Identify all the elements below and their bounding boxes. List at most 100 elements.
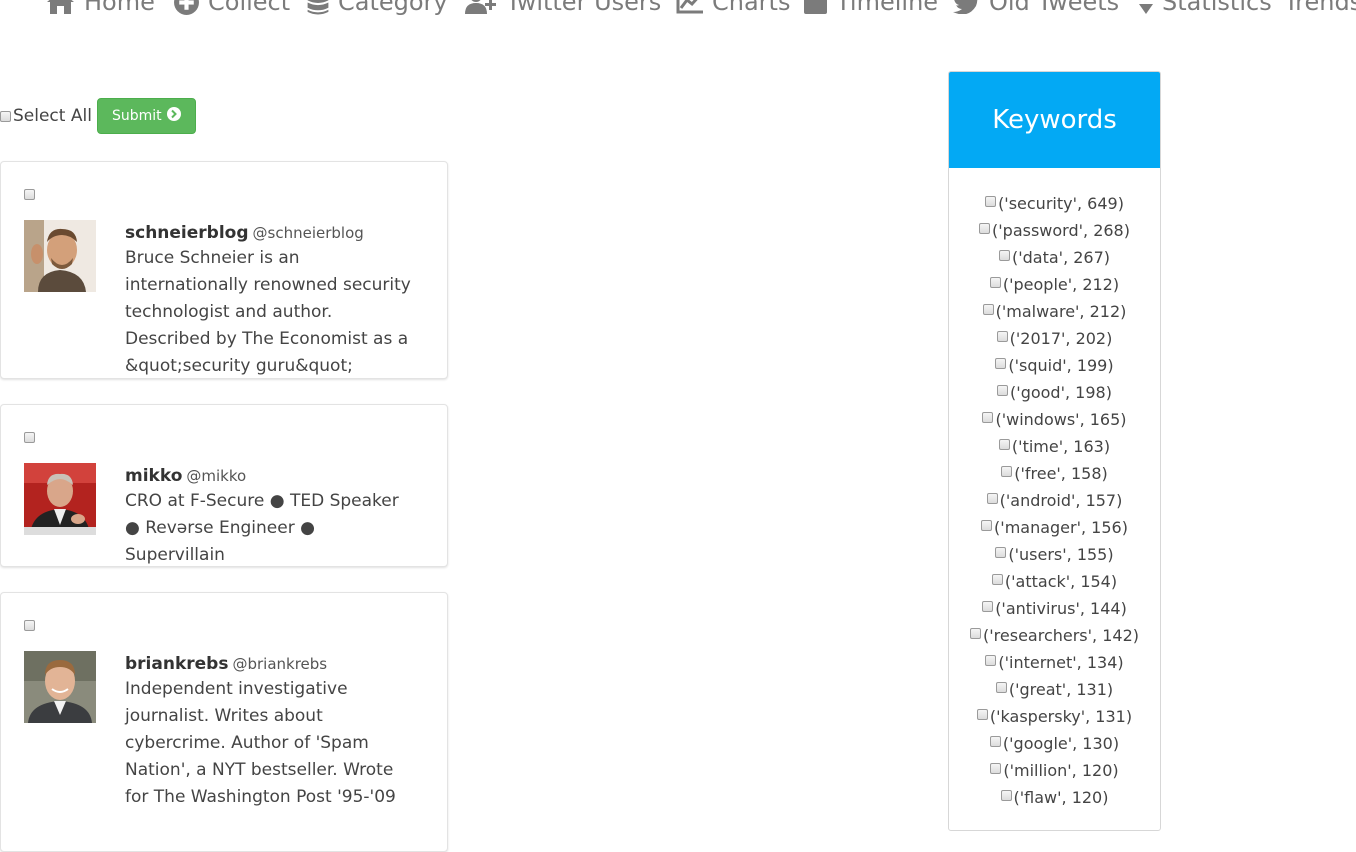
nav-category[interactable]: Category xyxy=(306,0,448,16)
keyword-checkbox[interactable] xyxy=(979,223,991,234)
database-icon xyxy=(306,0,330,16)
keyword-label: ('android', 157) xyxy=(999,491,1123,510)
keyword-item: ('squid', 199) xyxy=(949,352,1160,379)
user-bio: Bruce Schneier is an internationally ren… xyxy=(125,248,411,376)
user-info: schneierblog @schneierblog Bruce Schneier… xyxy=(125,223,417,380)
keyword-checkbox[interactable] xyxy=(996,331,1008,342)
keyword-checkbox[interactable] xyxy=(995,358,1007,369)
nav-home-label: Home xyxy=(84,0,155,16)
nav-old-tweets-label: Old Tweets xyxy=(989,0,1120,16)
sort-icon xyxy=(1138,0,1154,15)
keyword-label: ('malware', 212) xyxy=(995,302,1127,321)
user-plus-icon xyxy=(464,0,498,15)
keyword-label: ('good', 198) xyxy=(1010,383,1112,402)
line-chart-icon xyxy=(676,0,704,14)
keyword-checkbox[interactable] xyxy=(1000,790,1012,801)
keyword-item: ('people', 212) xyxy=(949,271,1160,298)
keyword-checkbox[interactable] xyxy=(985,196,997,207)
keyword-checkbox[interactable] xyxy=(982,304,994,315)
nav-twitter-users[interactable]: Twitter Users xyxy=(464,0,661,16)
user-bio: CRO at F-Secure ● TED Speaker ● Revǝrse … xyxy=(125,491,399,565)
keyword-label: ('attack', 154) xyxy=(1004,572,1118,591)
keyword-label: ('free', 158) xyxy=(1014,464,1108,483)
keyword-item: ('users', 155) xyxy=(949,541,1160,568)
keyword-checkbox[interactable] xyxy=(985,655,997,666)
nav-timeline[interactable]: Timeline xyxy=(803,0,938,16)
twitter-icon xyxy=(953,0,981,14)
select-all-checkbox[interactable] xyxy=(0,110,11,122)
keyword-label: ('time', 163) xyxy=(1011,437,1111,456)
calendar-icon xyxy=(803,0,828,15)
nav-charts-label: Charts xyxy=(712,0,791,16)
keyword-label: ('internet', 134) xyxy=(998,653,1124,672)
keyword-item: ('password', 268) xyxy=(949,217,1160,244)
keyword-checkbox[interactable] xyxy=(997,385,1009,396)
keyword-label: ('flaw', 120) xyxy=(1013,788,1109,807)
keyword-checkbox[interactable] xyxy=(970,628,982,639)
nav-collect-label: Collect xyxy=(208,0,291,16)
nav-trends[interactable]: Trends xyxy=(1284,0,1356,16)
user-bio: Independent investigative journalist. Wr… xyxy=(125,679,396,807)
username[interactable]: briankrebs xyxy=(125,654,228,674)
nav-twitter-users-label: Twitter Users xyxy=(506,0,662,16)
keyword-label: ('antivirus', 144) xyxy=(995,599,1127,618)
user-select-checkbox[interactable] xyxy=(24,620,35,631)
keyword-item: ('attack', 154) xyxy=(949,568,1160,595)
nav-home[interactable]: Home xyxy=(45,0,155,16)
keyword-label: ('million', 120) xyxy=(1003,761,1119,780)
keyword-label: ('google', 130) xyxy=(1002,734,1120,753)
keyword-checkbox[interactable] xyxy=(982,412,994,423)
keyword-item: ('google', 130) xyxy=(949,730,1160,757)
keyword-checkbox[interactable] xyxy=(995,682,1007,693)
user-card: schneierblog @schneierblog Bruce Schneier… xyxy=(0,161,448,379)
keyword-item: ('good', 198) xyxy=(949,379,1160,406)
keyword-item: ('great', 131) xyxy=(949,676,1160,703)
keyword-checkbox[interactable] xyxy=(991,574,1003,585)
user-select-checkbox[interactable] xyxy=(24,189,35,200)
keyword-label: ('password', 268) xyxy=(992,221,1130,240)
keywords-panel: Keywords ('security', 649) ('password', … xyxy=(948,71,1161,831)
keyword-label: ('squid', 199) xyxy=(1008,356,1114,375)
keyword-label: ('2017', 202) xyxy=(1009,329,1113,348)
keyword-checkbox[interactable] xyxy=(982,601,994,612)
nav-statistics[interactable]: Statistics xyxy=(1138,0,1272,16)
keyword-label: ('kaspersky', 131) xyxy=(989,707,1133,726)
user-handle: @mikko xyxy=(186,467,247,485)
user-info: briankrebs @briankrebs Independent invest… xyxy=(125,654,417,811)
nav-timeline-label: Timeline xyxy=(836,0,939,16)
username[interactable]: schneierblog xyxy=(125,223,249,243)
keyword-label: ('people', 212) xyxy=(1002,275,1120,294)
top-nav: Home Collect Category Twitter Users Char… xyxy=(0,0,1356,32)
keyword-checkbox[interactable] xyxy=(981,520,993,531)
user-handle: @briankrebs xyxy=(232,655,328,673)
keyword-label: ('researchers', 142) xyxy=(983,626,1139,645)
submit-button-label: Submit xyxy=(111,108,162,124)
keyword-checkbox[interactable] xyxy=(998,439,1010,450)
keyword-item: ('kaspersky', 131) xyxy=(949,703,1160,730)
avatar xyxy=(24,220,96,292)
user-card: mikko @mikko CRO at F-Secure ● TED Speake… xyxy=(0,404,448,567)
keyword-item: ('android', 157) xyxy=(949,487,1160,514)
keyword-checkbox[interactable] xyxy=(990,763,1002,774)
keyword-label: ('windows', 165) xyxy=(995,410,1127,429)
nav-old-tweets[interactable]: Old Tweets xyxy=(953,0,1119,16)
keyword-item: ('windows', 165) xyxy=(949,406,1160,433)
keyword-checkbox[interactable] xyxy=(1001,466,1013,477)
keyword-label: ('manager', 156) xyxy=(994,518,1128,537)
user-select-checkbox[interactable] xyxy=(24,432,35,443)
keyword-checkbox[interactable] xyxy=(986,493,998,504)
nav-collect[interactable]: Collect xyxy=(173,0,290,16)
keyword-checkbox[interactable] xyxy=(989,736,1001,747)
keywords-list: ('security', 649) ('password', 268) ('da… xyxy=(949,168,1160,811)
user-card: briankrebs @briankrebs Independent invest… xyxy=(0,592,448,852)
nav-charts[interactable]: Charts xyxy=(676,0,790,16)
username[interactable]: mikko xyxy=(125,466,182,486)
keyword-item: ('data', 267) xyxy=(949,244,1160,271)
avatar xyxy=(24,463,96,535)
user-handle: @schneierblog xyxy=(252,224,364,242)
keyword-checkbox[interactable] xyxy=(995,547,1007,558)
keyword-checkbox[interactable] xyxy=(998,250,1010,261)
submit-button[interactable]: Submit xyxy=(96,98,196,134)
keyword-checkbox[interactable] xyxy=(989,277,1001,288)
keyword-checkbox[interactable] xyxy=(976,709,988,720)
